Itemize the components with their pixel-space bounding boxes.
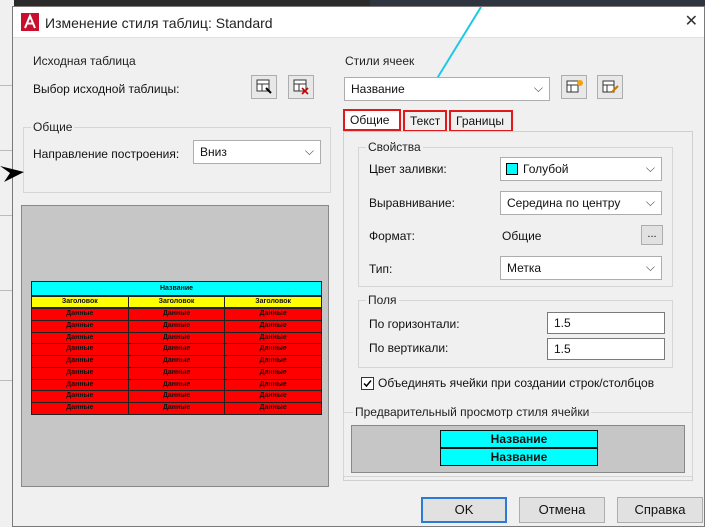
type-label: Тип: [369, 262, 393, 276]
preview-data-cell: Данные [224, 402, 322, 415]
margins-group-title: Поля [366, 293, 399, 307]
alignment-value: Середина по центру [507, 196, 621, 210]
properties-group-title: Свойства [366, 140, 423, 154]
table-style-dialog: Изменение стиля таблиц: Standard ✕ Исход… [12, 6, 705, 527]
chevron-down-icon: ⌵ [645, 195, 655, 209]
chevron-down-icon: ⌵ [645, 260, 655, 274]
format-label: Формат: [369, 229, 415, 243]
preview-data-cell: Данные [127, 402, 226, 415]
cell-preview-line-2: Название [440, 448, 598, 466]
cell-preview-area: Название Название [351, 425, 685, 473]
help-button[interactable]: Справка [617, 497, 703, 523]
preview-data-cell: Данные [31, 402, 129, 415]
preview-header-cell: Заголовок [31, 296, 129, 308]
tab-general[interactable]: Общие [343, 109, 401, 131]
autocad-logo-icon [21, 13, 39, 31]
tab-borders[interactable]: Границы [449, 110, 513, 132]
preview-title-cell: Название [31, 281, 322, 296]
merge-cells-label: Объединять ячейки при создании строк/сто… [378, 376, 655, 390]
title-bar: Изменение стиля таблиц: Standard ✕ [13, 7, 704, 38]
fill-color-label: Цвет заливки: [369, 162, 447, 176]
source-table-group-title: Исходная таблица [31, 54, 138, 68]
type-dropdown[interactable]: Метка ⌵ [500, 256, 662, 280]
table-delete-icon [293, 79, 309, 95]
fill-color-value: Голубой [523, 162, 569, 176]
checkmark-icon [363, 380, 372, 388]
cell-styles-group-title: Стили ячеек [343, 54, 417, 68]
dialog-title: Изменение стиля таблиц: Standard [45, 15, 273, 31]
new-style-icon [566, 80, 583, 93]
tab-text[interactable]: Текст [403, 110, 447, 132]
close-icon[interactable]: ✕ [685, 11, 698, 31]
color-swatch [506, 163, 518, 175]
cancel-button[interactable]: Отмена [519, 497, 605, 523]
manage-cell-styles-button[interactable] [597, 75, 623, 99]
remove-table-button[interactable] [288, 75, 314, 99]
alignment-dropdown[interactable]: Середина по центру ⌵ [500, 191, 662, 215]
manage-styles-icon [602, 80, 619, 93]
preview-header-cell: Заголовок [224, 296, 322, 308]
annotation-arrow-icon [0, 166, 24, 182]
vertical-margin-label: По вертикали: [369, 341, 449, 355]
cell-style-value: Название [351, 82, 405, 96]
format-value: Общие [502, 229, 542, 243]
ok-button[interactable]: OK [421, 497, 507, 523]
select-source-table-label: Выбор исходной таблицы: [33, 82, 180, 96]
new-cell-style-button[interactable] [561, 75, 587, 99]
table-preview-area: Название Заголовок Заголовок Заголовок Данны… [21, 205, 329, 487]
preview-header-cell: Заголовок [127, 296, 226, 308]
fill-color-dropdown[interactable]: Голубой ⌵ [500, 157, 662, 181]
chevron-down-icon: ⌵ [533, 81, 543, 95]
format-browse-button[interactable]: ... [641, 225, 663, 245]
general-group-title: Общие [31, 120, 75, 134]
horizontal-margin-label: По горизонтали: [369, 317, 460, 331]
vertical-margin-input[interactable]: 1.5 [547, 338, 665, 360]
annotation-line [433, 7, 482, 86]
table-select-icon [256, 79, 272, 94]
merge-cells-checkbox[interactable] [361, 377, 374, 390]
chevron-down-icon: ⌵ [645, 161, 655, 175]
select-table-button[interactable] [251, 75, 277, 99]
cell-preview-group-title: Предварительный просмотр стиля ячейки [353, 405, 592, 419]
type-value: Метка [507, 261, 542, 275]
horizontal-margin-input[interactable]: 1.5 [547, 312, 665, 334]
preview-table: Название Заголовок Заголовок Заголовок Данны… [31, 281, 322, 415]
cell-style-dropdown[interactable]: Название ⌵ [344, 77, 550, 101]
alignment-label: Выравнивание: [369, 196, 455, 210]
cell-preview-line-1: Название [440, 430, 598, 448]
direction-dropdown[interactable]: Вниз ⌵ [193, 140, 321, 164]
chevron-down-icon: ⌵ [304, 144, 314, 158]
direction-value: Вниз [200, 145, 227, 159]
direction-label: Направление построения: [33, 147, 180, 161]
